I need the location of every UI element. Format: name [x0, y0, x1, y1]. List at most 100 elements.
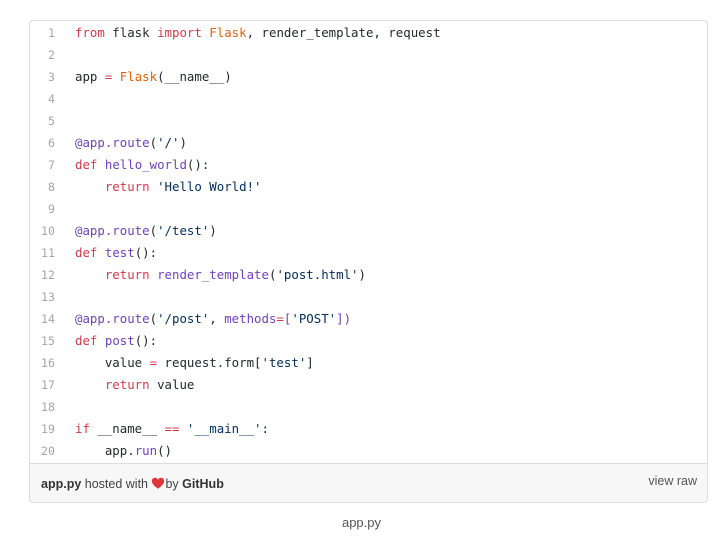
- line-number[interactable]: 3: [30, 66, 55, 88]
- code-token: ,: [209, 311, 225, 326]
- code-line: 7 def hello_world():: [30, 154, 707, 176]
- code-token: ): [209, 223, 217, 238]
- line-code: app.run(): [75, 440, 172, 462]
- code-token: '/test': [157, 223, 210, 238]
- code-line: 8 return 'Hello World!': [30, 176, 707, 198]
- line-code: from flask import Flask, render_template…: [75, 22, 441, 44]
- code-token: '/post': [157, 311, 210, 326]
- line-number[interactable]: 19: [30, 418, 55, 440]
- code-token: return: [104, 267, 150, 282]
- line-code: return 'Hello World!': [75, 176, 262, 198]
- code-line: 12 return render_template('post.html'): [30, 264, 707, 286]
- code-token: return: [104, 179, 150, 194]
- figure-caption: app.py: [341, 515, 382, 530]
- line-code: app = Flask(__name__): [75, 66, 232, 88]
- line-number[interactable]: 5: [30, 110, 55, 132]
- code-line: 4: [30, 88, 707, 110]
- code-token: app.: [75, 443, 135, 458]
- line-number[interactable]: 18: [30, 396, 55, 418]
- view-raw-link[interactable]: view raw: [648, 474, 697, 488]
- code-token: def: [75, 245, 98, 260]
- code-token: 'POST': [291, 311, 337, 326]
- code-token: =: [149, 355, 158, 370]
- code-line: 1 from flask import Flask, render_templat…: [30, 22, 707, 44]
- code-line: 10 @app.route('/test'): [30, 220, 707, 242]
- line-number[interactable]: 4: [30, 88, 55, 110]
- line-number[interactable]: 16: [30, 352, 55, 374]
- line-code: @app.route('/post', methods=['POST']): [75, 308, 351, 330]
- line-code: def hello_world():: [75, 154, 209, 176]
- line-number[interactable]: 11: [30, 242, 55, 264]
- code-line: 9: [30, 198, 707, 220]
- line-code: def test():: [75, 242, 157, 264]
- code-token: , render_template, request: [246, 25, 441, 40]
- code-line: 15 def post():: [30, 330, 707, 352]
- code-token: value: [149, 377, 195, 392]
- code-token: render_template: [157, 267, 269, 282]
- line-number[interactable]: 9: [30, 198, 55, 220]
- code-line: 17 return value: [30, 374, 707, 396]
- code-token: from: [75, 25, 105, 40]
- line-number[interactable]: 14: [30, 308, 55, 330]
- code-token: __name__: [89, 421, 165, 436]
- code-token: value: [75, 355, 150, 370]
- line-number[interactable]: 12: [30, 264, 55, 286]
- code-token: def: [75, 157, 98, 172]
- code-listing: 1 from flask import Flask, render_templat…: [30, 21, 707, 463]
- line-number[interactable]: 7: [30, 154, 55, 176]
- code-line: 3 app = Flask(__name__): [30, 66, 707, 88]
- code-token: @app.route: [75, 311, 150, 326]
- code-token: app: [75, 69, 105, 84]
- code-token: 'Hello World!': [157, 179, 262, 194]
- code-token: (__name__): [157, 69, 232, 84]
- code-token: return: [104, 377, 150, 392]
- line-number[interactable]: 10: [30, 220, 55, 242]
- line-number[interactable]: 1: [30, 22, 55, 44]
- gist-filename-link[interactable]: app.py: [41, 477, 81, 491]
- code-token: 'test': [261, 355, 307, 370]
- github-link[interactable]: GitHub: [182, 477, 224, 491]
- code-token: (: [149, 223, 158, 238]
- code-token: Flask: [209, 25, 247, 40]
- code-token: ]): [336, 311, 352, 326]
- code-token: '/': [157, 135, 180, 150]
- line-code: return value: [75, 374, 195, 396]
- line-number[interactable]: 8: [30, 176, 55, 198]
- code-token: '__main__': [186, 421, 262, 436]
- gist-embed: 1 from flask import Flask, render_templat…: [29, 20, 708, 503]
- code-token: ): [179, 135, 187, 150]
- code-line: 11 def test():: [30, 242, 707, 264]
- code-line: 5: [30, 110, 707, 132]
- line-number[interactable]: 6: [30, 132, 55, 154]
- line-number[interactable]: 20: [30, 440, 55, 462]
- hosted-with-text: hosted with: [81, 477, 152, 491]
- by-text: by: [165, 477, 183, 491]
- line-number[interactable]: 13: [30, 286, 55, 308]
- code-token: @app.route: [75, 223, 150, 238]
- code-token: (): [157, 443, 172, 458]
- line-code: return render_template('post.html'): [75, 264, 366, 286]
- code-line: 2: [30, 44, 707, 66]
- line-code: def post():: [75, 330, 157, 352]
- code-token: post: [104, 333, 135, 348]
- code-line: 13: [30, 286, 707, 308]
- code-line: 16 value = request.form['test']: [30, 352, 707, 374]
- gist-footer: app.py hosted with by GitHub view raw: [30, 463, 707, 502]
- code-token: ():: [134, 333, 158, 348]
- line-number[interactable]: 17: [30, 374, 55, 396]
- line-number[interactable]: 15: [30, 330, 55, 352]
- code-token: methods: [224, 311, 277, 326]
- code-token: hello_world: [104, 157, 187, 172]
- code-line: 14 @app.route('/post', methods=['POST']): [30, 308, 707, 330]
- line-number[interactable]: 2: [30, 44, 55, 66]
- code-line: 6 @app.route('/'): [30, 132, 707, 154]
- code-token: request.form[: [157, 355, 262, 370]
- code-token: run: [134, 443, 158, 458]
